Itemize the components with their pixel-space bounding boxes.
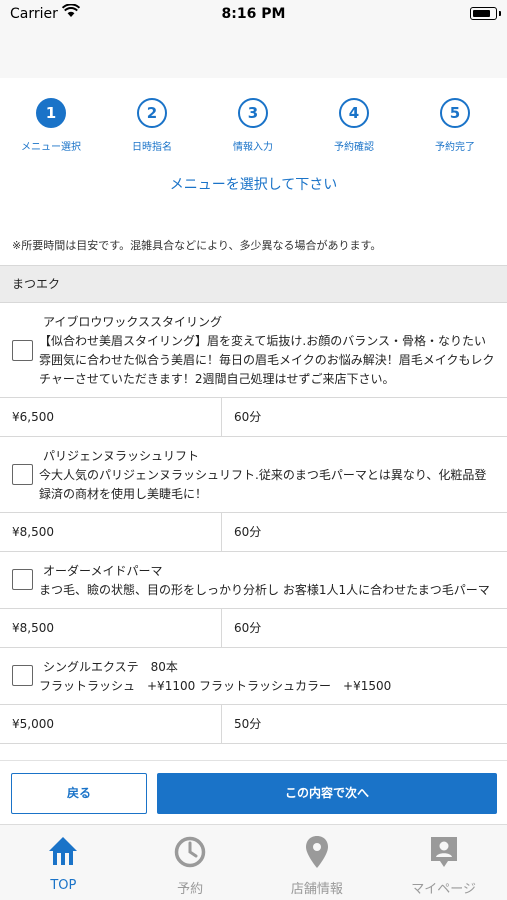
person-badge-icon <box>430 837 457 867</box>
step-label: 情報入力 <box>233 142 273 153</box>
duration-notice: ※所要時間は目安です。混雑具合などにより、多少異なる場合があります。 <box>12 239 382 252</box>
menu-item-name: パリジェンヌラッシュリフト <box>43 449 200 463</box>
menu-item-duration: 50分 <box>234 717 262 731</box>
menu-item: パリジェンヌラッシュリフト 今大人気のパリジェンヌラッシュリフト.従来のまつ毛パ… <box>0 437 507 552</box>
tab-top[interactable]: TOP <box>0 825 127 900</box>
clock: 8:16 PM <box>221 6 286 22</box>
map-pin-icon <box>305 836 328 868</box>
progress-steps: 1 メニュー選択 2 日時指名 3 情報入力 4 予約確認 5 予約完了 <box>0 92 507 162</box>
battery-icon <box>470 7 501 20</box>
menu-item-price: ¥8,500 <box>0 609 222 647</box>
menu-item-description: フラットラッシュ +¥1100 フラットラッシュカラー +¥1500 <box>39 679 392 693</box>
step-label: メニュー選択 <box>21 142 81 153</box>
menu-list: アイブロウワックススタイリング 【似合わせ美眉スタイリング】眉を変えて垢抜け.お… <box>0 303 507 744</box>
step-label: 予約確認 <box>334 142 374 153</box>
step-number: 4 <box>339 98 369 128</box>
menu-checkbox[interactable] <box>12 569 33 590</box>
page-heading: メニューを選択して下さい <box>169 177 338 193</box>
next-button[interactable]: この内容で次へ <box>157 773 497 814</box>
menu-item-duration: 60分 <box>234 410 262 424</box>
step-number: 5 <box>440 98 470 128</box>
menu-item-name: オーダーメイドパーマ <box>43 564 163 578</box>
menu-item-duration: 60分 <box>234 621 262 635</box>
menu-item-description: 今大人気のパリジェンヌラッシュリフト.従来のまつ毛パーマとは異なり、化粧品登録済… <box>39 468 487 501</box>
menu-item: シングルエクステ 80本 フラットラッシュ +¥1100 フラットラッシュカラー… <box>0 648 507 744</box>
menu-item-price: ¥8,500 <box>0 513 222 551</box>
menu-item-name: シングルエクステ 80本 <box>43 660 178 674</box>
tab-store-info[interactable]: 店舗情報 <box>254 825 381 900</box>
step-menu-select: 1 メニュー選択 <box>6 92 96 153</box>
category-header: まつエク <box>0 265 507 303</box>
tab-reservation[interactable]: 予約 <box>127 825 254 900</box>
back-button[interactable]: 戻る <box>11 773 147 814</box>
menu-item-duration: 60分 <box>234 525 262 539</box>
clock-icon <box>174 836 206 868</box>
menu-checkbox[interactable] <box>12 340 33 361</box>
menu-checkbox[interactable] <box>12 665 33 686</box>
menu-item-name: アイブロウワックススタイリング <box>43 315 223 329</box>
step-label: 予約完了 <box>435 142 475 153</box>
menu-checkbox[interactable] <box>12 464 33 485</box>
step-complete: 5 予約完了 <box>410 92 500 153</box>
step-confirm: 4 予約確認 <box>309 92 399 153</box>
home-icon <box>49 837 78 865</box>
tab-label: 店舗情報 <box>290 882 343 897</box>
menu-item: オーダーメイドパーマ まつ毛、瞼の状態、目の形をしっかり分析し お客様1人1人に… <box>0 552 507 648</box>
tab-mypage[interactable]: マイページ <box>380 825 507 900</box>
status-bar: Carrier 8:16 PM <box>0 0 507 30</box>
tab-bar: TOP 予約 店舗情報 マイページ <box>0 824 507 900</box>
menu-item-description: 【似合わせ美眉スタイリング】眉を変えて垢抜け.お顔のバランス・骨格・なりたい雰囲… <box>39 334 495 386</box>
tab-label: マイページ <box>411 882 476 897</box>
tab-label: TOP <box>50 878 77 893</box>
tab-label: 予約 <box>177 882 204 897</box>
step-number: 2 <box>137 98 167 128</box>
menu-item: アイブロウワックススタイリング 【似合わせ美眉スタイリング】眉を変えて垢抜け.お… <box>0 303 507 437</box>
menu-item-price: ¥5,000 <box>0 705 222 743</box>
step-datetime: 2 日時指名 <box>107 92 197 153</box>
navigation-bar <box>0 30 507 78</box>
step-info-input: 3 情報入力 <box>208 92 298 153</box>
step-label: 日時指名 <box>132 142 172 153</box>
step-number: 1 <box>36 98 66 128</box>
step-number: 3 <box>238 98 268 128</box>
menu-item-description: まつ毛、瞼の状態、目の形をしっかり分析し お客様1人1人に合わせたまつ毛パーマ <box>39 583 490 597</box>
action-bar: 戻る この内容で次へ <box>0 760 507 824</box>
menu-item-price: ¥6,500 <box>0 398 222 436</box>
